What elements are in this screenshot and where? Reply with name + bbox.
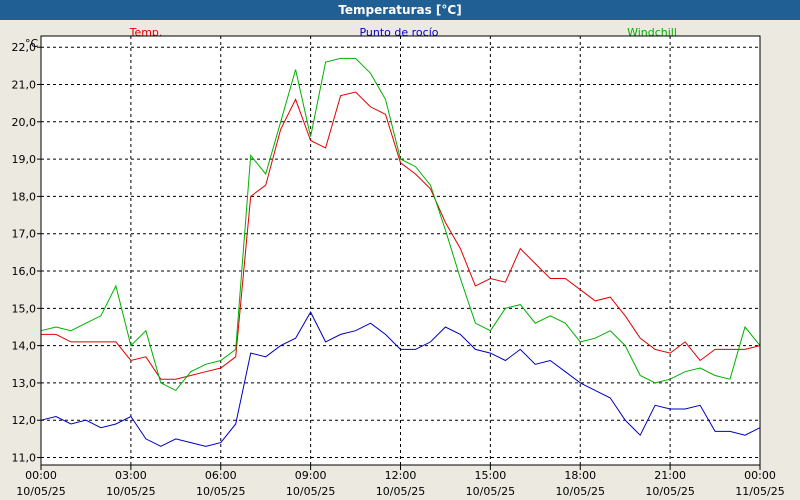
- y-tick-label: 20,0: [12, 116, 37, 129]
- y-tick-label: 15,0: [12, 302, 37, 315]
- x-tick-date-label: 10/05/25: [286, 485, 335, 498]
- x-tick-time-label: 00:00: [25, 469, 57, 482]
- x-tick-time-label: 15:00: [475, 469, 507, 482]
- y-tick-label: 18,0: [12, 190, 37, 203]
- x-tick-date-label: 11/05/25: [735, 485, 784, 498]
- y-tick-label: 14,0: [12, 340, 37, 353]
- chart-title: Temperaturas [°C]: [338, 3, 462, 17]
- y-tick-label: 12,0: [12, 414, 37, 427]
- x-tick-date-label: 10/05/25: [556, 485, 605, 498]
- plot-area: 22,0 21,0 20,0 19,0 18,0 17,0 16,0 15,0 14,0 13,0…: [12, 35, 785, 498]
- y-tick-label: 19,0: [12, 153, 37, 166]
- x-tick-time-label: 09:00: [295, 469, 327, 482]
- y-tick-label: 22,0: [12, 41, 37, 54]
- x-tick-date-label: 10/05/25: [466, 485, 515, 498]
- plot-background: [40, 35, 761, 466]
- y-tick-label: 17,0: [12, 228, 37, 241]
- y-tick-label: 21,0: [12, 78, 37, 91]
- x-tick-time-label: 18:00: [564, 469, 596, 482]
- y-tick-label: 13,0: [12, 377, 37, 390]
- x-tick-time-label: 03:00: [115, 469, 147, 482]
- x-tick-date-label: 10/05/25: [16, 485, 65, 498]
- x-tick-time-label: 12:00: [385, 469, 417, 482]
- chart-area: °C Temp. Punto de rocío Windchill 22,021,0…: [12, 26, 785, 498]
- x-tick-date-label: 10/05/25: [106, 485, 155, 498]
- x-tick-date-label: 10/05/25: [645, 485, 694, 498]
- y-tick-label: 11,0: [12, 452, 37, 465]
- x-tick-time-label: 06:00: [205, 469, 237, 482]
- x-tick-time-label: 21:00: [654, 469, 686, 482]
- x-tick-date-label: 10/05/25: [196, 485, 245, 498]
- x-tick-date-label: 10/05/25: [376, 485, 425, 498]
- x-tick-time-label: 00:00: [744, 469, 776, 482]
- y-tick-label: 16,0: [12, 265, 37, 278]
